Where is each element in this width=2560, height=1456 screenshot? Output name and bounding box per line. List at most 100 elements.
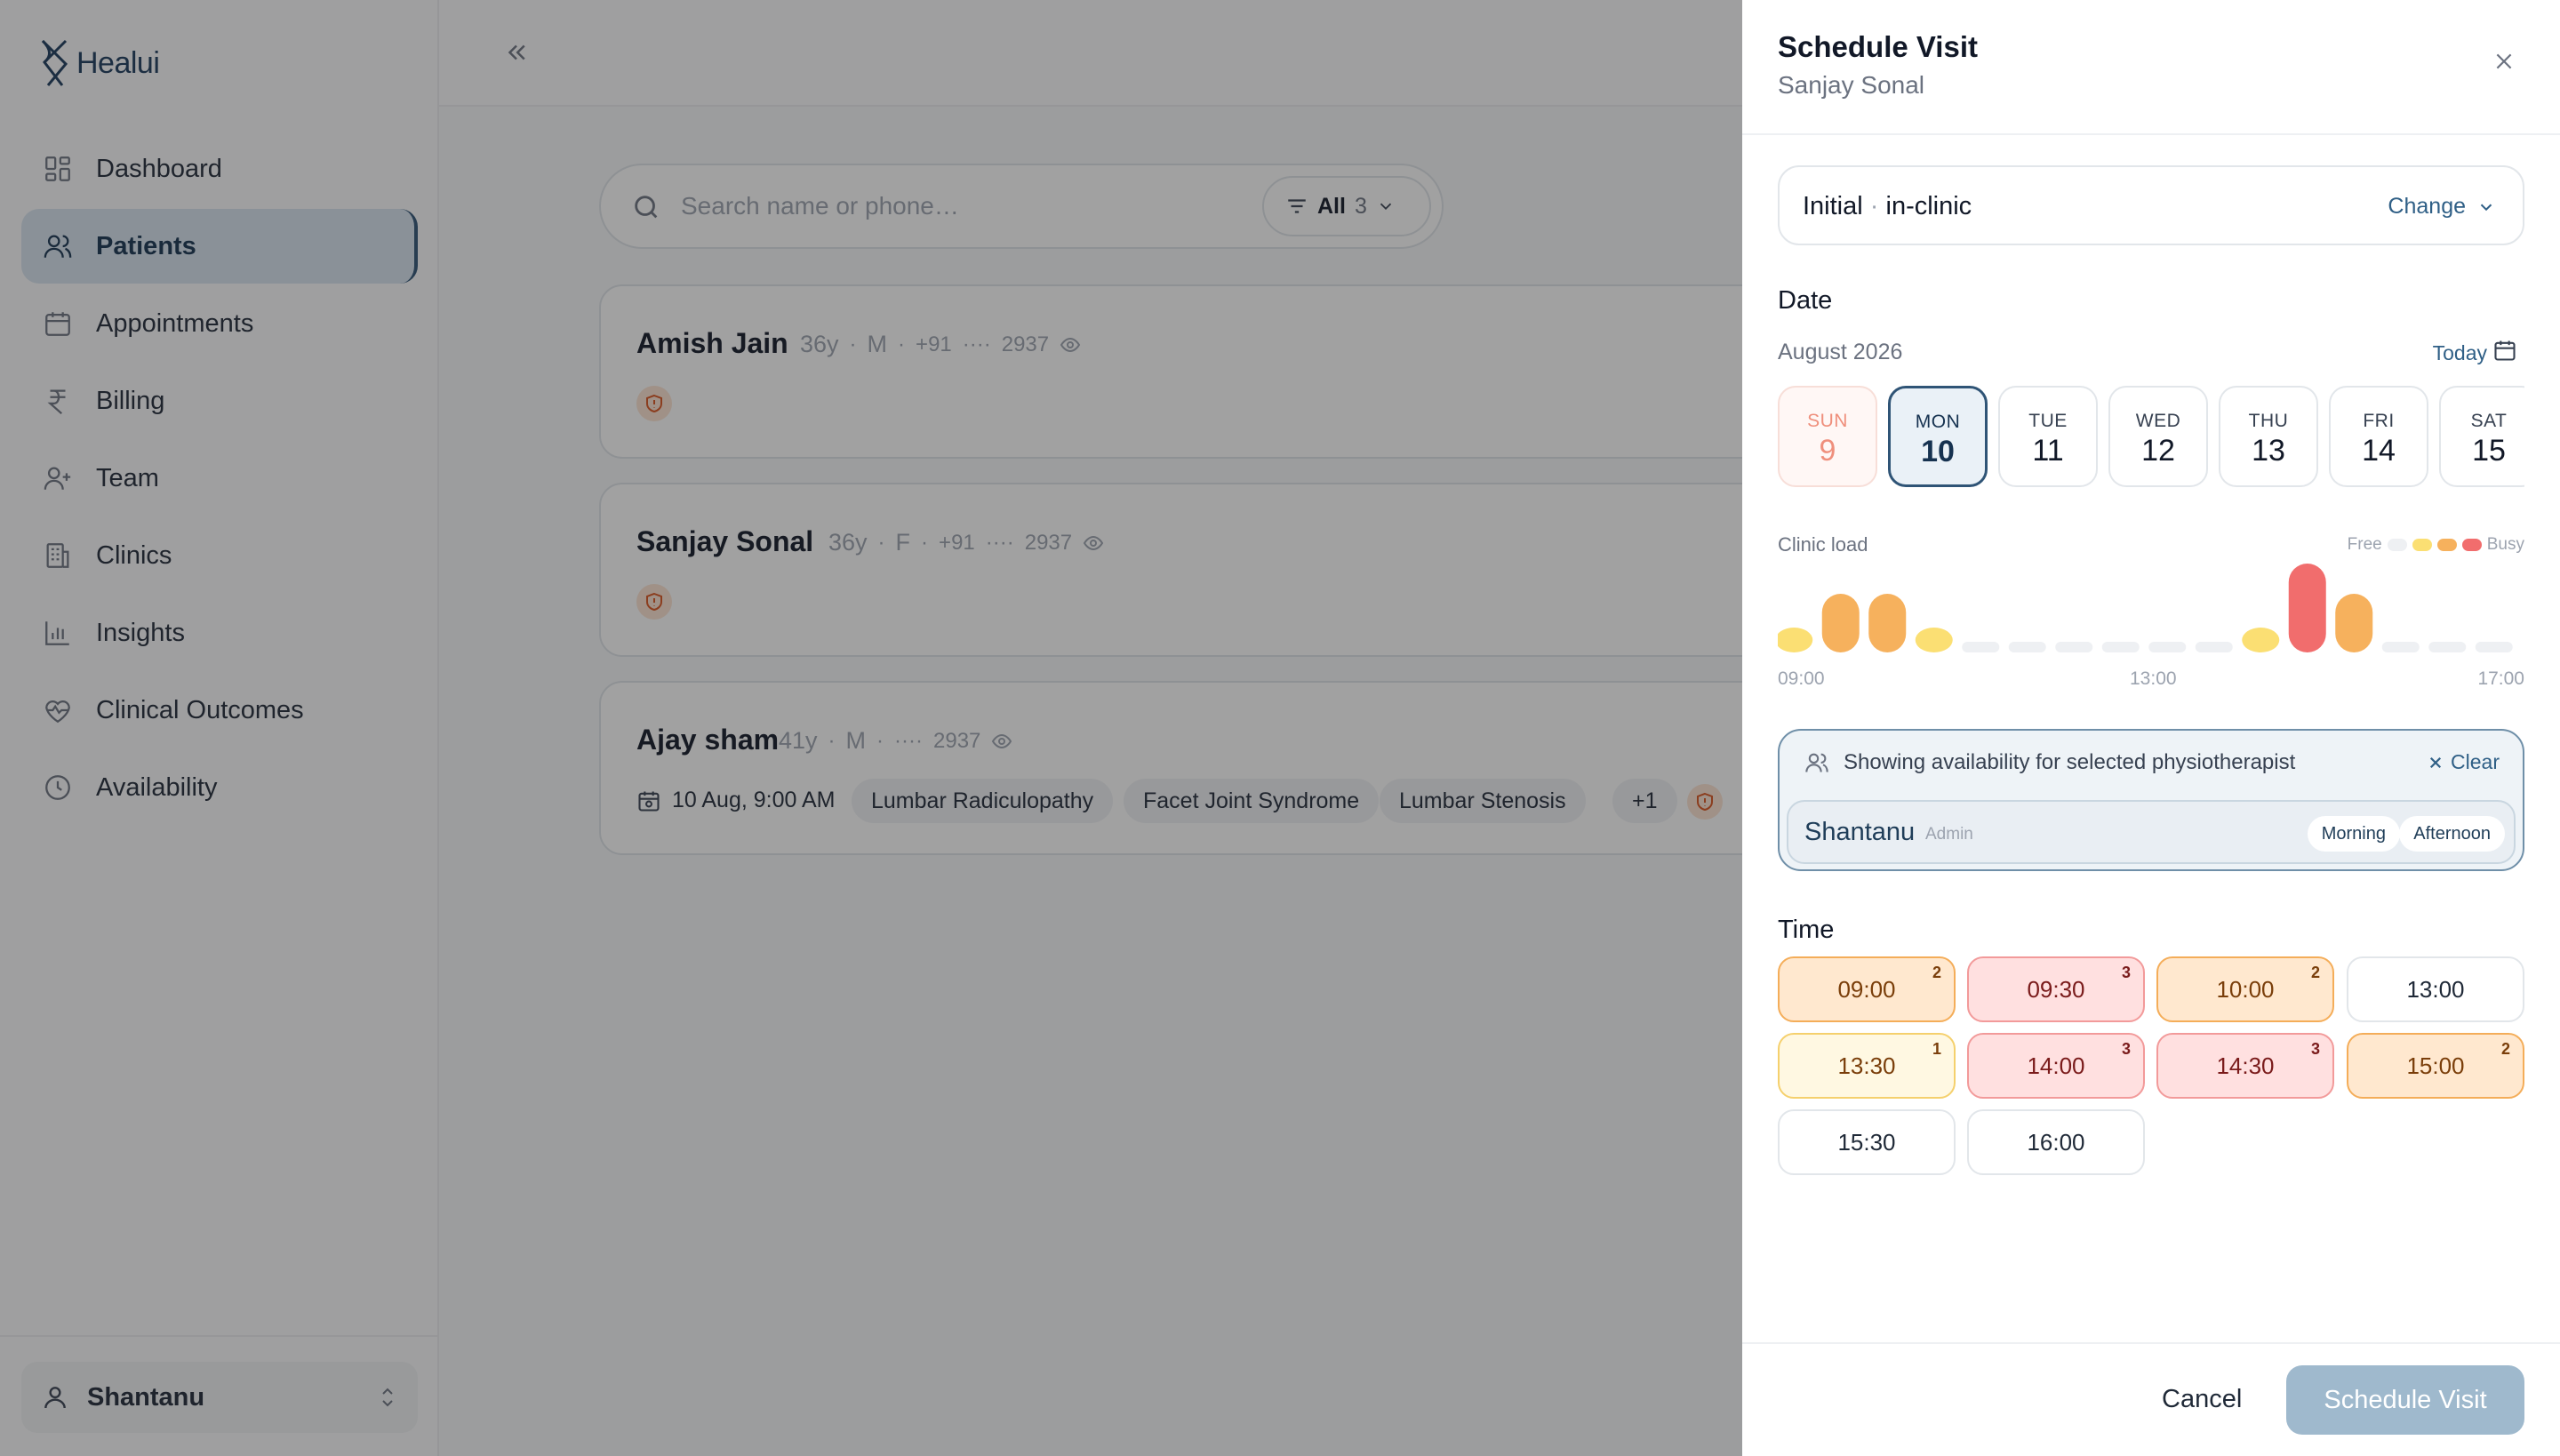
- day-strip: SUN 9 MON 10 TUE 11 WED 12 THU 13 FRI 14 SAT 15: [1778, 386, 2524, 487]
- load-bar: [2055, 642, 2093, 652]
- load-bar: [2288, 564, 2326, 652]
- modal-backdrop[interactable]: [0, 0, 1742, 1456]
- load-bar: [2148, 642, 2187, 652]
- load-axis-start: 09:00: [1778, 668, 1825, 689]
- visit-kind: Initial: [1803, 192, 1863, 220]
- shift-afternoon[interactable]: Afternoon: [2399, 816, 2505, 852]
- legend-free: Free: [2347, 535, 2382, 554]
- time-slot[interactable]: 14:00 3: [1967, 1033, 2145, 1099]
- slot-time: 13:00: [2406, 975, 2465, 1003]
- drawer-title: Schedule Visit: [1778, 30, 1978, 63]
- month-label: August 2026: [1778, 340, 1903, 364]
- day-number: 13: [2252, 434, 2285, 468]
- close-icon: [2429, 756, 2442, 768]
- change-visit-type-button[interactable]: Change: [2388, 194, 2496, 220]
- day-name: MON: [1915, 412, 1961, 432]
- load-bar: [1868, 594, 1907, 652]
- physio-name: Shantanu: [1804, 818, 1916, 846]
- day-fri[interactable]: FRI 14: [2329, 386, 2428, 487]
- load-axis-mid: 13:00: [2130, 668, 2177, 689]
- physio-heading-text: Showing availability for selected physio…: [1844, 750, 2296, 774]
- visit-type-separator: ·: [1869, 192, 1879, 220]
- time-slot[interactable]: 16:00: [1967, 1109, 2145, 1175]
- cancel-button[interactable]: Cancel: [2162, 1385, 2242, 1414]
- close-icon[interactable]: [2492, 50, 2516, 73]
- slot-time: 16:00: [2027, 1128, 2085, 1156]
- legend-swatch-low: [2412, 539, 2432, 551]
- time-slot[interactable]: 10:00 2: [2156, 956, 2334, 1022]
- day-name: WED: [2135, 411, 2181, 431]
- clinic-load-chart: [1778, 564, 2513, 652]
- visit-type-value: Initial · in-clinic: [1803, 192, 1972, 221]
- legend-swatch-empty: [2387, 539, 2407, 551]
- schedule-visit-drawer: Schedule Visit Sanjay Sonal Initial · in…: [1742, 0, 2560, 1456]
- divider: [1742, 1342, 2560, 1344]
- day-mon[interactable]: MON 10: [1888, 386, 1988, 487]
- visit-mode: in-clinic: [1885, 192, 1972, 220]
- slot-time: 15:00: [2406, 1052, 2465, 1079]
- physio-filter-panel: Showing availability for selected physio…: [1778, 729, 2524, 871]
- time-slot[interactable]: 09:30 3: [1967, 956, 2145, 1022]
- visit-type-selector[interactable]: Initial · in-clinic Change: [1778, 165, 2524, 245]
- legend-swatch-mid: [2436, 539, 2457, 551]
- today-button[interactable]: Today: [2433, 341, 2487, 365]
- clear-physio-button[interactable]: Clear: [2428, 750, 2500, 774]
- load-bar: [2195, 642, 2233, 652]
- slot-time: 10:00: [2216, 975, 2275, 1003]
- shift-morning[interactable]: Morning: [2307, 816, 2400, 852]
- slot-time: 15:30: [1837, 1128, 1896, 1156]
- time-slot[interactable]: 15:30: [1778, 1109, 1956, 1175]
- day-name: SAT: [2470, 411, 2508, 431]
- slot-booking-count: 2: [2310, 964, 2320, 981]
- schedule-visit-label: Schedule Visit: [2324, 1385, 2487, 1414]
- physio-heading: Showing availability for selected physio…: [1804, 750, 2295, 775]
- slot-booking-count: 3: [2310, 1040, 2320, 1058]
- load-bar: [1915, 628, 1953, 652]
- day-number: 12: [2141, 434, 2175, 468]
- chevron-down-icon: [2480, 204, 2492, 211]
- day-wed[interactable]: WED 12: [2108, 386, 2208, 487]
- day-number: 15: [2472, 434, 2506, 468]
- day-sun[interactable]: SUN 9: [1778, 386, 1877, 487]
- time-slot[interactable]: 13:30 1: [1778, 1033, 1956, 1099]
- time-slot[interactable]: 13:00: [2347, 956, 2524, 1022]
- slot-booking-count: 2: [2500, 1040, 2510, 1058]
- slot-time: 09:30: [2027, 975, 2085, 1003]
- day-number: 14: [2362, 434, 2396, 468]
- day-number: 11: [2032, 434, 2064, 468]
- slot-time: 13:30: [1837, 1052, 1896, 1079]
- divider: [1742, 133, 2560, 135]
- physio-selected[interactable]: Shantanu Admin Morning Afternoon: [1787, 800, 2516, 864]
- slot-time: 09:00: [1837, 975, 1896, 1003]
- slot-booking-count: 1: [1932, 1040, 1941, 1058]
- time-section-label: Time: [1778, 916, 1835, 944]
- load-bar: [2242, 628, 2280, 652]
- slot-booking-count: 3: [2121, 964, 2131, 981]
- time-slot[interactable]: 15:00 2: [2347, 1033, 2524, 1099]
- load-bar: [1821, 594, 1860, 652]
- slot-booking-count: 3: [2121, 1040, 2131, 1058]
- load-bar: [1962, 642, 2000, 652]
- load-bar: [2335, 594, 2373, 652]
- physio-role: Admin: [1925, 825, 1973, 844]
- day-name: FRI: [2363, 411, 2395, 431]
- calendar-icon[interactable]: [2492, 338, 2517, 363]
- users-icon: [1805, 753, 1828, 772]
- day-thu[interactable]: THU 13: [2219, 386, 2318, 487]
- clinic-load-label: Clinic load: [1778, 533, 1868, 556]
- load-bar: [2381, 642, 2420, 652]
- load-bar: [2008, 642, 2046, 652]
- time-slot[interactable]: 14:30 3: [2156, 1033, 2334, 1099]
- load-bar: [2475, 642, 2513, 652]
- slot-time: 14:00: [2027, 1052, 2085, 1079]
- day-sat[interactable]: SAT 15: [2439, 386, 2524, 487]
- day-tue[interactable]: TUE 11: [1998, 386, 2098, 487]
- slot-time: 14:30: [2216, 1052, 2275, 1079]
- schedule-visit-button[interactable]: Schedule Visit: [2286, 1365, 2524, 1435]
- date-section-label: Date: [1778, 286, 1833, 315]
- day-name: TUE: [2028, 411, 2068, 431]
- slot-booking-count: 2: [1932, 964, 1941, 981]
- time-slot[interactable]: 09:00 2: [1778, 956, 1956, 1022]
- clinic-load-legend: Free Busy: [2348, 535, 2524, 555]
- change-label: Change: [2388, 194, 2466, 219]
